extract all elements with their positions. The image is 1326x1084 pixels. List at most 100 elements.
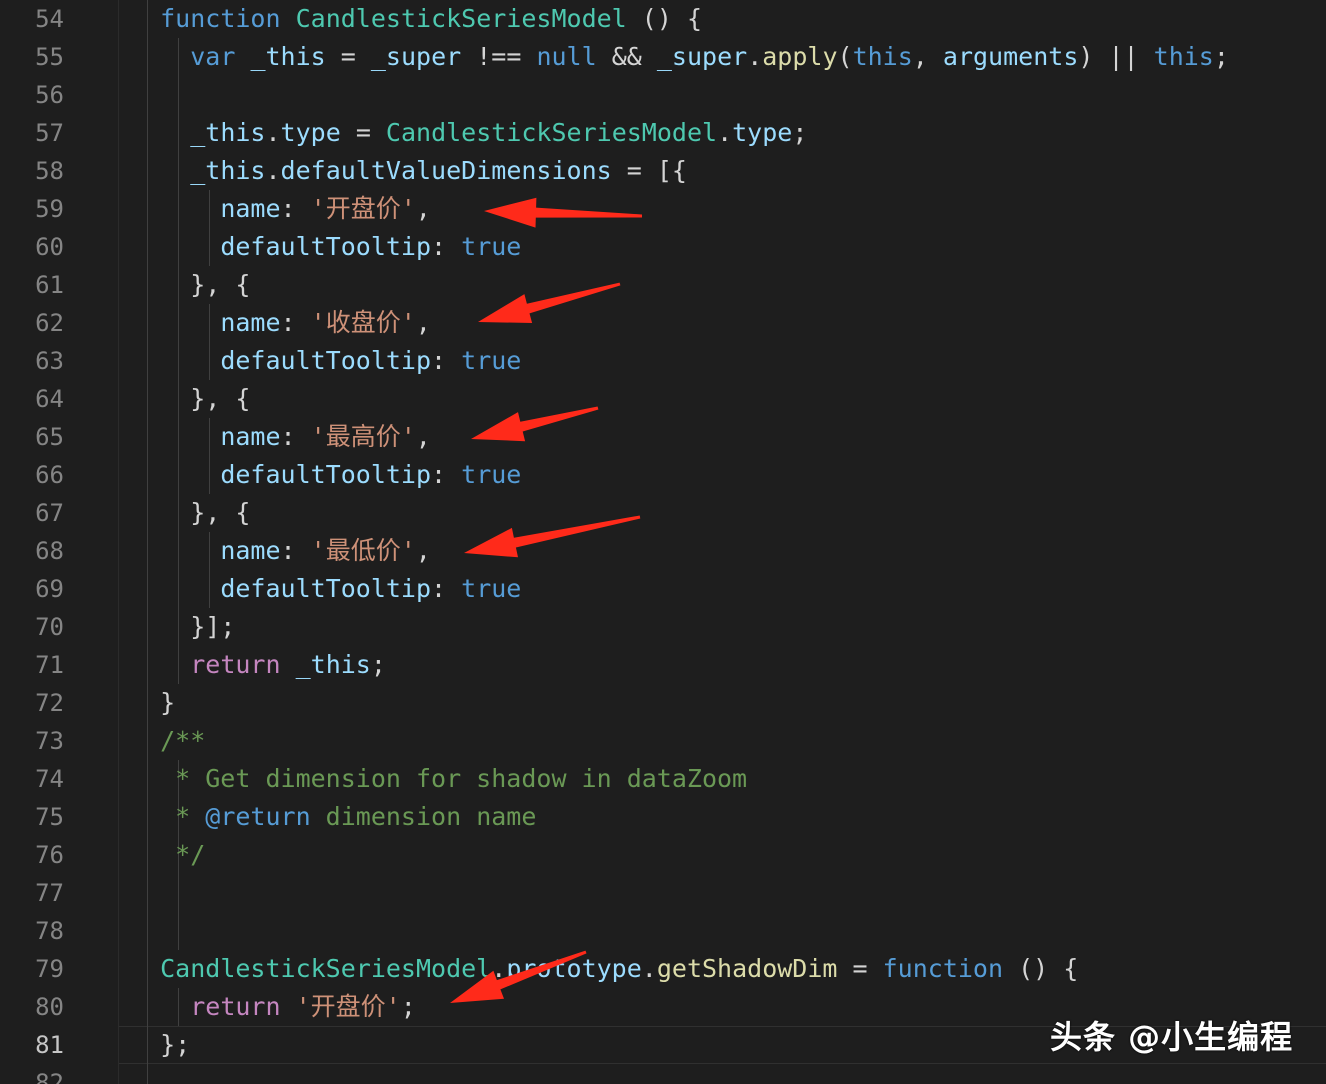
code-token: , xyxy=(912,42,943,71)
code-token: defaultValueDimensions xyxy=(280,156,612,185)
code-line[interactable]: _this.type = CandlestickSeriesModel.type… xyxy=(130,114,1229,152)
code-token: defaultTooltip xyxy=(220,346,432,375)
line-number: 58 xyxy=(35,157,64,185)
code-token: }; xyxy=(130,1030,191,1059)
code-line[interactable]: defaultTooltip: true xyxy=(130,570,1229,608)
code-token: prototype xyxy=(506,954,642,983)
line-number: 77 xyxy=(35,879,64,907)
code-line[interactable]: return _this; xyxy=(130,646,1229,684)
code-editor[interactable]: 54 55 56 57 58 59 60 61 62 63 64 65 66 67 68 69 70 71 72 73… xyxy=(0,0,1326,1084)
line-number: 74 xyxy=(35,765,64,793)
line-number: 67 xyxy=(35,499,64,527)
line-number: 60 xyxy=(35,233,64,261)
code-token: '最低价' xyxy=(310,536,416,565)
code-line[interactable]: */ xyxy=(130,836,1229,874)
code-line[interactable] xyxy=(130,76,1229,114)
code-token: CandlestickSeriesModel xyxy=(160,954,492,983)
code-token: return xyxy=(190,650,281,679)
code-line[interactable] xyxy=(130,1064,1229,1084)
code-token: null xyxy=(536,42,597,71)
code-line[interactable]: }, { xyxy=(130,380,1229,418)
line-number: 70 xyxy=(35,613,64,641)
code-line[interactable]: * Get dimension for shadow in dataZoom xyxy=(130,760,1229,798)
code-line[interactable]: name: '收盘价', xyxy=(130,304,1229,342)
line-number: 54 xyxy=(35,5,64,33)
code-token: = xyxy=(340,118,386,147)
line-number: 80 xyxy=(35,993,64,1021)
code-token: _super xyxy=(370,42,462,71)
code-token: CandlestickSeriesModel xyxy=(295,4,627,33)
line-number: 68 xyxy=(35,537,64,565)
code-token: . xyxy=(747,42,763,71)
code-line[interactable]: name: '最低价', xyxy=(130,532,1229,570)
code-token: type xyxy=(280,118,341,147)
code-token: '开盘价' xyxy=(295,992,401,1021)
code-token: true xyxy=(461,346,522,375)
code-token: : xyxy=(431,232,462,261)
code-line[interactable]: }]; xyxy=(130,608,1229,646)
code-lines[interactable]: function CandlestickSeriesModel () { var… xyxy=(130,0,1229,1084)
code-token: /** xyxy=(160,726,206,755)
code-token: * xyxy=(175,802,206,831)
line-number: 66 xyxy=(35,461,64,489)
code-line[interactable]: defaultTooltip: true xyxy=(130,456,1229,494)
code-line[interactable]: defaultTooltip: true xyxy=(130,228,1229,266)
code-token: _this xyxy=(190,156,266,185)
code-token: true xyxy=(461,232,522,261)
code-line[interactable]: defaultTooltip: true xyxy=(130,342,1229,380)
code-token: : xyxy=(280,194,311,223)
code-token: */ xyxy=(175,840,206,869)
code-token: '最高价' xyxy=(310,422,416,451)
code-line[interactable]: _this.defaultValueDimensions = [{ xyxy=(130,152,1229,190)
line-number: 72 xyxy=(35,689,64,717)
code-line[interactable]: CandlestickSeriesModel.prototype.getShad… xyxy=(130,950,1229,988)
code-token: ; xyxy=(1213,42,1229,71)
code-token: dimension name xyxy=(310,802,537,831)
line-number: 65 xyxy=(35,423,64,451)
code-line[interactable]: function CandlestickSeriesModel () { xyxy=(130,0,1229,38)
code-line[interactable]: }, { xyxy=(130,266,1229,304)
code-token: var xyxy=(190,42,236,71)
code-line[interactable]: name: '开盘价', xyxy=(130,190,1229,228)
code-token: true xyxy=(461,460,522,489)
line-number: 69 xyxy=(35,575,64,603)
code-token: . xyxy=(717,118,733,147)
code-token: return xyxy=(190,992,281,1021)
code-line[interactable] xyxy=(130,912,1229,950)
code-token: name xyxy=(220,194,281,223)
code-line[interactable]: }, { xyxy=(130,494,1229,532)
line-number: 75 xyxy=(35,803,64,831)
code-line[interactable]: name: '最高价', xyxy=(130,418,1229,456)
code-token: . xyxy=(265,118,281,147)
code-line[interactable] xyxy=(130,874,1229,912)
line-number: 63 xyxy=(35,347,64,375)
code-line[interactable]: /** xyxy=(130,722,1229,760)
code-line[interactable]: } xyxy=(130,684,1229,722)
code-token: defaultTooltip xyxy=(220,460,432,489)
code-token: defaultTooltip xyxy=(220,232,432,261)
code-token: name xyxy=(220,536,281,565)
code-token: : xyxy=(431,346,462,375)
code-line[interactable]: var _this = _super !== null && _super.ap… xyxy=(130,38,1229,76)
code-token: type xyxy=(732,118,793,147)
code-token: arguments xyxy=(942,42,1079,71)
code-line[interactable]: * @return dimension name xyxy=(130,798,1229,836)
watermark: 头条 @小生编程 xyxy=(1050,1018,1294,1056)
code-token: : xyxy=(431,574,462,603)
code-token: }]; xyxy=(130,612,236,641)
code-token: ) || xyxy=(1078,42,1154,71)
code-token: . xyxy=(265,156,281,185)
code-token: getShadowDim xyxy=(656,954,838,983)
